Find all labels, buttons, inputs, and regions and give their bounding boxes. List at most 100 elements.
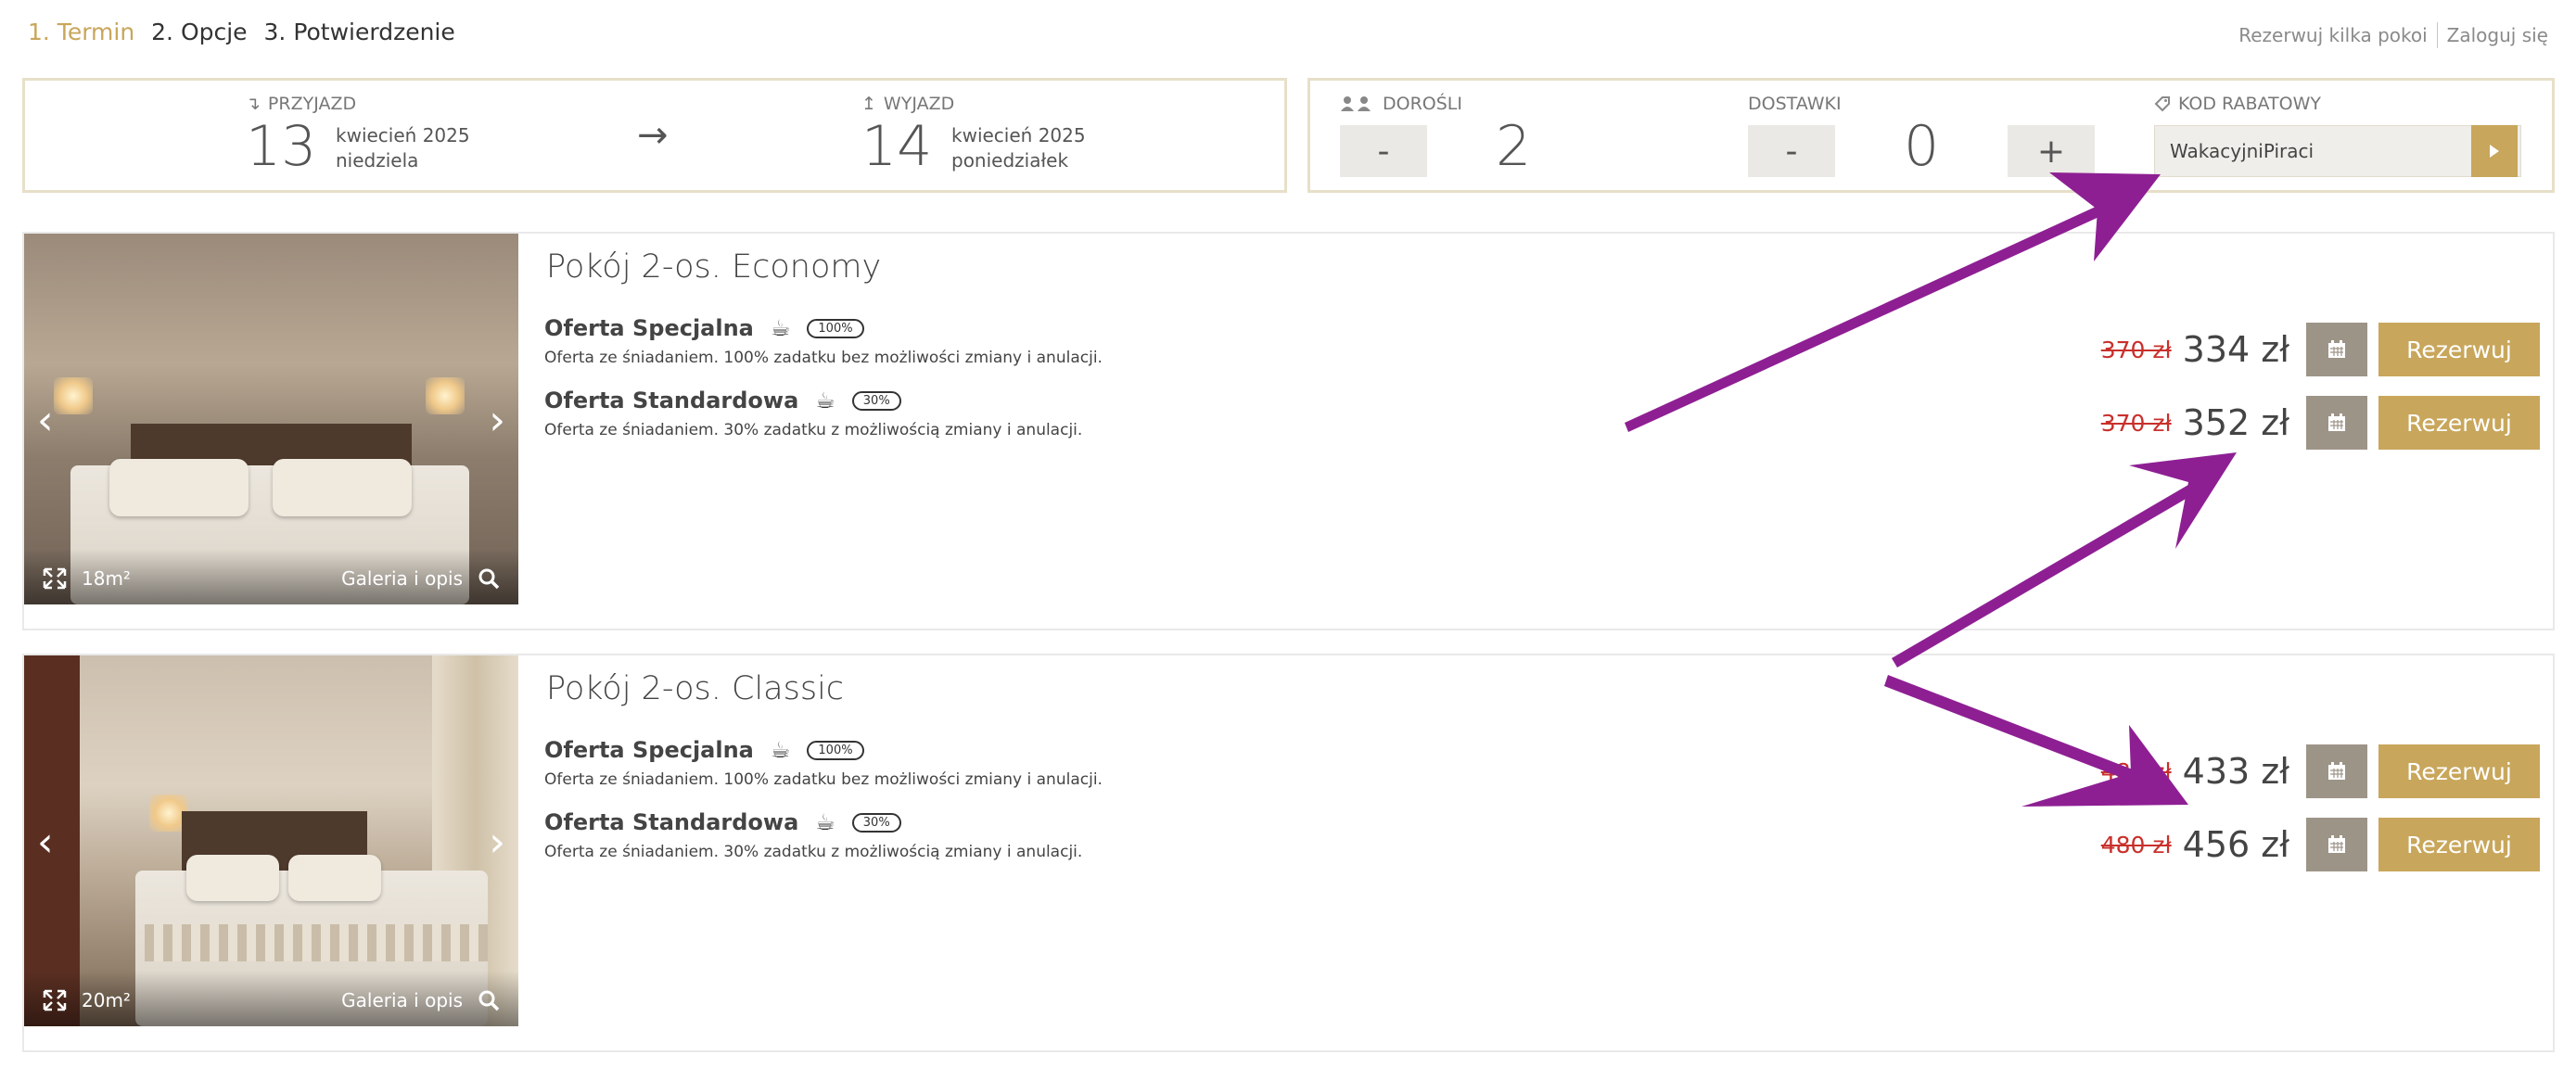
departure-month: kwiecień 2025 <box>951 124 1086 146</box>
promo-submit-button[interactable] <box>2471 125 2518 177</box>
room-title: Pokój 2-os. Economy <box>546 248 882 286</box>
old-price: 370 zł <box>2100 336 2172 363</box>
step-opcje[interactable]: 2. Opcje <box>151 19 247 45</box>
arrival-day[interactable]: 13 <box>246 114 316 179</box>
chevron-right-icon[interactable]: › <box>489 397 505 444</box>
room-area: 18m² <box>43 567 131 590</box>
step-potwierdzenie[interactable]: 3. Potwierdzenie <box>264 19 455 45</box>
departure-weekday: poniedziałek <box>951 149 1069 172</box>
book-button[interactable]: Rezerwuj <box>2378 818 2540 871</box>
offer-description: Oferta ze śniadaniem. 30% zadatku z możl… <box>544 843 1083 861</box>
bed-runner <box>145 924 488 961</box>
extra-beds-minus-button[interactable]: - <box>1748 125 1835 177</box>
pillow-left <box>109 459 249 516</box>
offer-name: Oferta Specjalna <box>544 737 754 763</box>
offer-name: Oferta Standardowa <box>544 388 799 413</box>
room-area-value: 18m² <box>82 567 131 590</box>
chevron-left-icon[interactable]: ‹ <box>37 819 54 866</box>
price-row: 370 zł 352 zł Rezerwuj <box>2101 396 2540 450</box>
search-icon <box>478 568 500 590</box>
extra-beds-plus-button[interactable]: + <box>2008 125 2095 177</box>
price-row: 370 zł 334 zł Rezerwuj <box>2101 323 2540 376</box>
calendar-icon <box>2328 340 2345 358</box>
adults-label: DOROŚLI <box>1340 94 1462 114</box>
calendar-icon <box>2328 835 2345 853</box>
offer-standard: Oferta Standardowa ☕ 30% Oferta ze śniad… <box>544 809 1082 861</box>
gallery-label: Galeria i opis <box>341 989 463 1011</box>
play-icon <box>2490 145 2499 158</box>
tag-icon <box>2154 96 2170 112</box>
gallery-link[interactable]: Galeria i opis <box>341 989 500 1011</box>
arrow-right-icon: → <box>637 114 669 157</box>
promo-label: KOD RABATOWY <box>2154 94 2321 114</box>
price-row: 480 zł 433 zł Rezerwuj <box>2101 744 2540 798</box>
room-photo[interactable]: ‹ › 20m² Galeria i opis <box>24 655 518 1026</box>
extra-beds-label: DOSTAWKI <box>1748 94 1842 114</box>
old-price: 480 zł <box>2100 831 2172 858</box>
calendar-button[interactable] <box>2306 396 2367 450</box>
step-termin[interactable]: 1. Termin <box>28 19 134 45</box>
calendar-icon <box>2328 413 2345 431</box>
departure-date-text: kwiecień 2025 poniedziałek <box>951 123 1086 173</box>
offer-description: Oferta ze śniadaniem. 30% zadatku z możl… <box>544 421 1083 439</box>
coffee-cup-icon: ☕ <box>770 315 791 341</box>
room-area-value: 20m² <box>82 989 131 1011</box>
coffee-cup-icon: ☕ <box>815 388 835 413</box>
promo-code-input[interactable]: WakacyjniPiraci <box>2154 125 2521 177</box>
coffee-cup-icon: ☕ <box>815 809 835 835</box>
expand-icon <box>43 567 67 590</box>
pillow-right <box>288 855 381 901</box>
arrival-date-text: kwiecień 2025 niedziela <box>336 123 470 173</box>
price: 456 zł <box>2182 824 2289 865</box>
room-area: 20m² <box>43 989 131 1011</box>
arrival-label: ↴ PRZYJAZD <box>246 94 357 114</box>
deposit-badge: 100% <box>807 318 864 338</box>
adults-minus-button[interactable]: - <box>1340 125 1427 177</box>
departure-arrow-icon: ↥ <box>861 94 876 114</box>
book-button[interactable]: Rezerwuj <box>2378 396 2540 450</box>
calendar-button[interactable] <box>2306 323 2367 376</box>
search-icon <box>478 990 500 1011</box>
offer-special: Oferta Specjalna ☕ 100% Oferta ze śniada… <box>544 737 1103 789</box>
login-link[interactable]: Zaloguj się <box>2447 24 2548 46</box>
room-photo[interactable]: ‹ › 18m² Galeria i opis <box>24 234 518 604</box>
gallery-link[interactable]: Galeria i opis <box>341 567 500 590</box>
deposit-badge: 100% <box>807 740 864 760</box>
date-selector[interactable]: ↴ PRZYJAZD 13 kwiecień 2025 niedziela → … <box>22 78 1287 193</box>
room-card-economy: ‹ › 18m² Galeria i opis Pokój 2-os. Econ… <box>22 232 2555 630</box>
book-multiple-link[interactable]: Rezerwuj kilka pokoi <box>2238 24 2427 46</box>
lamp-left <box>54 377 93 414</box>
offer-name: Oferta Specjalna <box>544 315 754 341</box>
old-price: 480 zł <box>2100 757 2172 785</box>
arrival-month: kwiecień 2025 <box>336 124 470 146</box>
price: 352 zł <box>2182 402 2289 443</box>
coffee-cup-icon: ☕ <box>770 737 791 763</box>
arrival-weekday: niedziela <box>336 149 419 172</box>
booking-steps: 1. Termin 2. Opcje 3. Potwierdzenie <box>28 19 465 45</box>
room-title: Pokój 2-os. Classic <box>546 670 845 707</box>
offer-description: Oferta ze śniadaniem. 100% zadatku bez m… <box>544 349 1103 367</box>
extra-beds-count: 0 <box>1904 114 1940 179</box>
book-button[interactable]: Rezerwuj <box>2378 323 2540 376</box>
pillow-left <box>186 855 279 901</box>
offer-special: Oferta Specjalna ☕ 100% Oferta ze śniada… <box>544 315 1103 367</box>
lamp-right <box>426 377 465 414</box>
offer-standard: Oferta Standardowa ☕ 30% Oferta ze śniad… <box>544 388 1082 439</box>
departure-label: ↥ WYJAZD <box>861 94 955 114</box>
chevron-left-icon[interactable]: ‹ <box>37 397 54 444</box>
chevron-right-icon[interactable]: › <box>489 819 505 866</box>
price-row: 480 zł 456 zł Rezerwuj <box>2101 818 2540 871</box>
book-button[interactable]: Rezerwuj <box>2378 744 2540 798</box>
offer-description: Oferta ze śniadaniem. 100% zadatku bez m… <box>544 770 1103 789</box>
departure-day[interactable]: 14 <box>861 114 932 179</box>
deposit-badge: 30% <box>851 390 901 411</box>
expand-icon <box>43 989 67 1011</box>
pillow-right <box>273 459 412 516</box>
guests-promo-panel: DOROŚLI - 2 DOSTAWKI - 0 + KOD RABATOWY … <box>1307 78 2555 193</box>
calendar-icon <box>2328 762 2345 780</box>
calendar-button[interactable] <box>2306 818 2367 871</box>
adults-count: 2 <box>1496 114 1532 179</box>
calendar-button[interactable] <box>2306 744 2367 798</box>
deposit-badge: 30% <box>851 812 901 833</box>
top-links: Rezerwuj kilka pokoi Zaloguj się <box>2238 22 2548 48</box>
